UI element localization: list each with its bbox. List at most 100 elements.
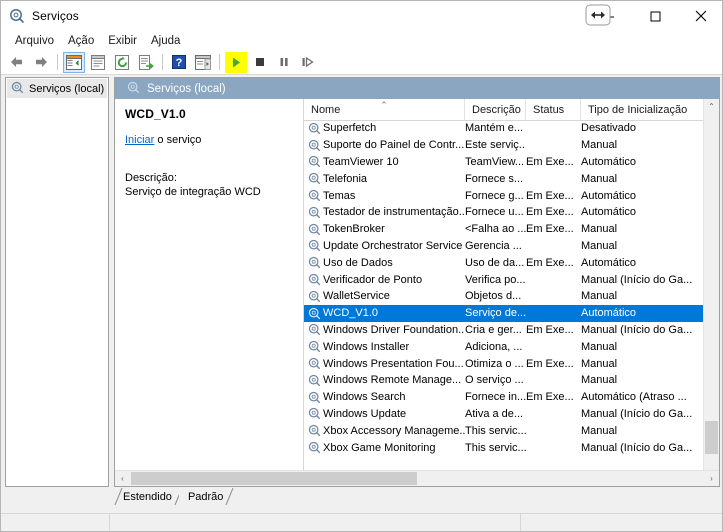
table-row[interactable]: TokenBroker <Falha ao ... Em Exe... Manual <box>304 221 704 238</box>
scroll-left-arrow-icon[interactable]: ‹ <box>115 471 130 486</box>
restart-service-icon[interactable] <box>297 52 319 73</box>
table-row[interactable]: Uso de Dados Uso de da... Em Exe... Automát… <box>304 254 704 271</box>
row-startup-type: Automático <box>581 189 637 202</box>
horizontal-scrollbar-thumb[interactable] <box>131 472 417 485</box>
row-description: This servic... <box>465 441 526 454</box>
pause-service-icon[interactable] <box>273 52 295 73</box>
toolbar: ? <box>1 50 722 75</box>
column-header-tipo-de-inicializacao[interactable]: Tipo de Inicialização <box>581 99 704 120</box>
table-row[interactable]: Windows Search Fornece in... Em Exe... Auto… <box>304 389 704 406</box>
sidebar-item-servicos-local[interactable]: Serviços (local) <box>7 79 107 98</box>
row-name: Verificador de Ponto <box>323 273 423 286</box>
row-name: Windows Presentation Fou... <box>323 357 464 370</box>
list-column-headers: Nome ⌃ Descrição Status Tipo de Iniciali… <box>304 99 719 121</box>
column-header-nome[interactable]: Nome ⌃ <box>304 99 465 120</box>
status-bar-divider <box>520 514 521 531</box>
show-action-pane-icon[interactable] <box>192 52 214 73</box>
row-startup-type: Automático <box>581 155 637 168</box>
show-hide-console-tree-icon[interactable] <box>63 51 85 73</box>
row-description: Fornece u... <box>465 206 524 219</box>
table-row[interactable]: Temas Fornece g... Em Exe... Automático <box>304 187 704 204</box>
forward-arrow-icon[interactable] <box>30 52 52 73</box>
window-controls <box>586 1 722 31</box>
tab-padrao[interactable]: Padrão <box>178 487 234 506</box>
table-row[interactable]: Windows Driver Foundation... Cria e ger..… <box>304 322 704 339</box>
row-status: Em Exe... <box>526 357 574 370</box>
services-gear-icon <box>9 8 25 24</box>
table-row[interactable]: Update Orchestrator Service Gerencia ... M… <box>304 238 704 255</box>
table-row[interactable]: Xbox Accessory Manageme... This servic...… <box>304 422 704 439</box>
content-area: Serviços (local) Serviços (local) WCD_V1… <box>1 75 722 515</box>
properties-icon[interactable] <box>87 52 109 73</box>
row-description: Verifica po... <box>465 273 526 286</box>
service-gear-icon <box>304 239 323 252</box>
vertical-scrollbar[interactable]: ⌃ ⌄ <box>703 99 719 486</box>
row-description: Serviço de... <box>465 307 526 320</box>
toolbar-separator <box>219 54 220 70</box>
minimize-button[interactable] <box>586 1 632 31</box>
scroll-up-arrow-icon[interactable]: ⌃ <box>704 99 719 114</box>
table-row[interactable]: Testador de instrumentação... Fornece u..… <box>304 204 704 221</box>
table-row[interactable]: Windows Installer Adiciona, ... Manual <box>304 338 704 355</box>
table-row[interactable]: Superfetch Mantém e... Desativado <box>304 120 704 137</box>
tab-estendido[interactable]: Estendido <box>114 487 183 506</box>
row-startup-type: Manual (Início do Ga... <box>581 407 693 420</box>
menu-acao[interactable]: Ação <box>61 33 101 49</box>
row-name: TokenBroker <box>323 223 385 236</box>
horizontal-scrollbar[interactable]: ‹ › <box>115 470 719 486</box>
row-name: WalletService <box>323 290 390 303</box>
service-gear-icon <box>304 273 323 286</box>
status-bar <box>1 513 722 531</box>
row-status: Em Exe... <box>526 391 574 404</box>
row-name: Telefonia <box>323 172 368 185</box>
vertical-scrollbar-thumb[interactable] <box>705 421 718 454</box>
close-button[interactable] <box>678 1 722 31</box>
tab-left-edge <box>114 487 123 506</box>
table-row[interactable]: Telefonia Fornece s... Manual <box>304 170 704 187</box>
scroll-right-arrow-icon[interactable]: › <box>704 471 719 486</box>
column-header-status[interactable]: Status <box>526 99 581 120</box>
pane-header-label: Serviços (local) <box>147 82 226 95</box>
service-gear-icon <box>304 441 323 454</box>
service-gear-icon <box>304 139 323 152</box>
service-gear-icon <box>304 223 323 236</box>
row-name: TeamViewer 10 <box>323 155 399 168</box>
stop-service-icon[interactable] <box>249 52 271 73</box>
table-row[interactable]: Windows Update Ativa a de... Manual (Iníci… <box>304 406 704 423</box>
refresh-icon[interactable] <box>111 52 133 73</box>
export-list-icon[interactable] <box>135 52 157 73</box>
column-header-descricao[interactable]: Descrição <box>465 99 526 120</box>
help-icon[interactable]: ? <box>168 52 190 73</box>
table-row[interactable]: Xbox Game Monitoring This servic... Manual… <box>304 439 704 456</box>
tab-right-edge <box>225 487 234 506</box>
table-row[interactable]: TeamViewer 10 TeamView... Em Exe... Automát… <box>304 154 704 171</box>
row-status: Em Exe... <box>526 323 574 336</box>
service-gear-icon <box>304 155 323 168</box>
menu-arquivo[interactable]: Arquivo <box>8 33 61 49</box>
row-description: Adiciona, ... <box>465 340 523 353</box>
maximize-button[interactable] <box>632 1 678 31</box>
menu-ajuda[interactable]: Ajuda <box>144 33 187 49</box>
table-row[interactable]: WalletService Objetos d... Manual <box>304 288 704 305</box>
service-action-line: Iniciar o serviço <box>125 134 293 146</box>
column-header-tipo-label: Tipo de Inicialização <box>588 103 688 116</box>
row-status: Em Exe... <box>526 223 574 236</box>
start-service-link[interactable]: Iniciar <box>125 134 154 146</box>
back-arrow-icon[interactable] <box>6 52 28 73</box>
tab-padrao-label: Padrão <box>187 490 224 503</box>
row-startup-type: Automático (Atraso ... <box>581 391 687 404</box>
table-row[interactable]: Windows Remote Manage... O serviço ... Man… <box>304 372 704 389</box>
svg-text:?: ? <box>176 57 183 69</box>
service-gear-icon <box>304 407 323 420</box>
table-row[interactable]: Verificador de Ponto Verifica po... Manual… <box>304 271 704 288</box>
service-gear-icon <box>304 189 323 202</box>
row-startup-type: Manual <box>581 223 618 236</box>
table-row[interactable]: Windows Presentation Fou... Otimiza o ...… <box>304 355 704 372</box>
row-description: Gerencia ... <box>465 239 522 252</box>
table-row[interactable]: WCD_V1.0 Serviço de... Automático <box>304 304 704 322</box>
start-service-icon[interactable] <box>225 51 247 73</box>
menu-exibir[interactable]: Exibir <box>101 33 144 49</box>
table-row[interactable]: Suporte do Painel de Contr... Este serviç… <box>304 137 704 154</box>
selected-service-title: WCD_V1.0 <box>125 107 186 121</box>
row-name: Uso de Dados <box>323 256 393 269</box>
